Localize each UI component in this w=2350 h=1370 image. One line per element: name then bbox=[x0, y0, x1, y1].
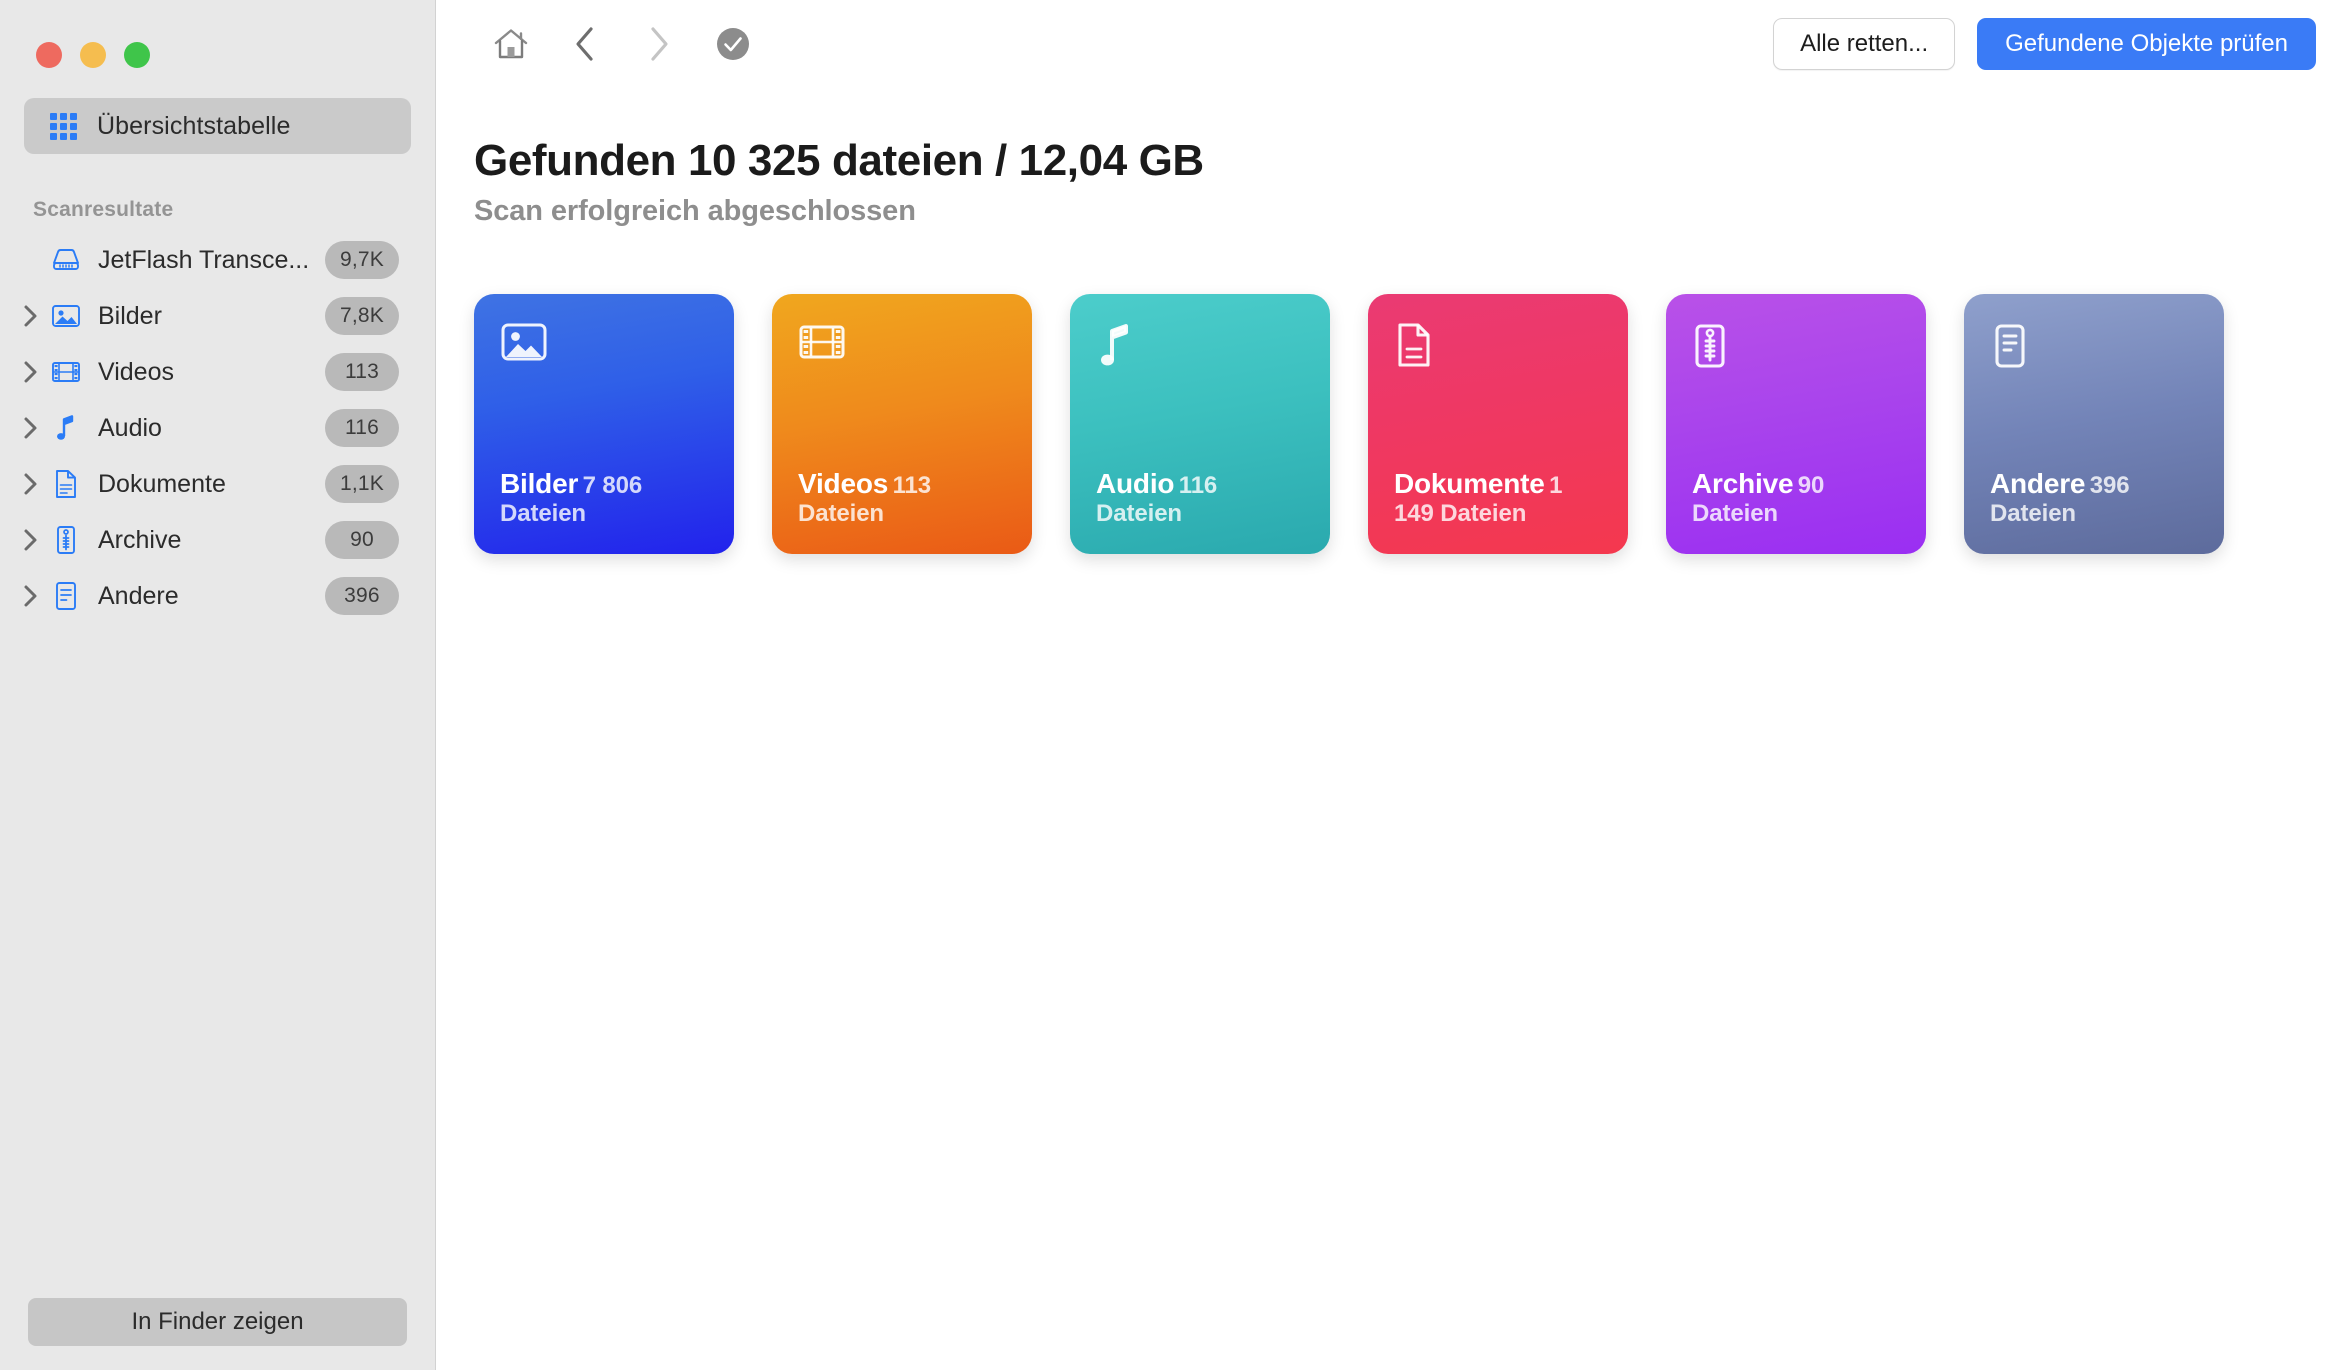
sidebar-item-badge: 1,1K bbox=[325, 465, 399, 503]
chevron-right-icon[interactable] bbox=[14, 528, 48, 552]
music-icon bbox=[48, 411, 84, 445]
home-icon bbox=[493, 27, 529, 61]
tile-title: Archive bbox=[1692, 467, 1794, 499]
other-icon bbox=[1990, 322, 2046, 378]
tile-text: Videos 113 Dateien bbox=[798, 467, 1006, 529]
zoom-button[interactable] bbox=[124, 42, 150, 68]
scan-status-text: Scan erfolgreich abgeschlossen bbox=[474, 195, 916, 228]
sidebar-item-label: Archive bbox=[98, 525, 182, 554]
main-content: Alle retten... Gefundene Objekte prüfen … bbox=[436, 0, 2350, 1370]
check-circle-icon bbox=[714, 25, 752, 63]
back-button[interactable] bbox=[548, 14, 622, 74]
chevron-right-icon[interactable] bbox=[14, 304, 48, 328]
other-icon bbox=[48, 579, 84, 613]
sidebar-item-badge: 7,8K bbox=[325, 297, 399, 335]
chevron-right-icon[interactable] bbox=[14, 416, 48, 440]
tile-text: Archive 90 Dateien bbox=[1692, 467, 1900, 529]
scan-status-button[interactable] bbox=[696, 14, 770, 74]
app-window: Übersichtstabelle Scanresultate JetFlash… bbox=[0, 0, 2350, 1370]
scan-results-tree: JetFlash Transce... 9,7K Bilder 7,8K Vid… bbox=[0, 232, 435, 624]
save-all-button[interactable]: Alle retten... bbox=[1773, 18, 1956, 70]
sidebar-section-title: Scanresultate bbox=[33, 198, 174, 221]
tile-title: Videos bbox=[798, 467, 889, 499]
image-icon bbox=[500, 322, 556, 378]
preview-found-items-button[interactable]: Gefundene Objekte prüfen bbox=[1977, 18, 2316, 70]
sidebar-item-badge: 396 bbox=[325, 577, 399, 615]
category-tile-bilder[interactable]: Bilder 7 806 Dateien bbox=[474, 294, 734, 555]
chevron-right-icon[interactable] bbox=[14, 360, 48, 384]
sidebar-item-label: Audio bbox=[98, 413, 162, 442]
toolbar-nav-group bbox=[474, 14, 770, 74]
archive-icon bbox=[1692, 322, 1748, 378]
sidebar-item-uebersichtstabelle[interactable]: Übersichtstabelle bbox=[24, 98, 411, 154]
sidebar-item-badge: 116 bbox=[325, 409, 399, 447]
sidebar-item-label: Dokumente bbox=[98, 469, 226, 498]
sidebar-item-audio[interactable]: Audio 116 bbox=[0, 400, 413, 456]
scan-summary: Gefunden 10 325 dateien / 12,04 GB Scan … bbox=[436, 88, 2350, 555]
toolbar-actions: Alle retten... Gefundene Objekte prüfen bbox=[1773, 18, 2320, 70]
tile-title: Audio bbox=[1096, 467, 1175, 499]
sidebar: Übersichtstabelle Scanresultate JetFlash… bbox=[0, 0, 436, 1370]
sidebar-item-badge: 9,7K bbox=[325, 241, 399, 279]
sidebar-item-label: Andere bbox=[98, 581, 179, 610]
category-tile-audio[interactable]: Audio 116 Dateien bbox=[1070, 294, 1330, 555]
chevron-right-icon[interactable] bbox=[14, 472, 48, 496]
sidebar-item-label: Videos bbox=[98, 357, 174, 386]
sidebar-item-badge: 90 bbox=[325, 521, 399, 559]
chevron-right-icon[interactable] bbox=[14, 584, 48, 608]
home-button[interactable] bbox=[474, 14, 548, 74]
tile-title: Bilder bbox=[500, 467, 579, 499]
toolbar: Alle retten... Gefundene Objekte prüfen bbox=[436, 0, 2350, 88]
tile-text: Dokumente 1 149 Dateien bbox=[1394, 467, 1602, 529]
category-tile-videos[interactable]: Videos 113 Dateien bbox=[772, 294, 1032, 555]
tile-text: Audio 116 Dateien bbox=[1096, 467, 1304, 529]
chevron-right-icon bbox=[646, 25, 672, 63]
category-tiles: Bilder 7 806 Dateien Videos 113 Dateien … bbox=[474, 294, 2350, 555]
document-icon bbox=[48, 467, 84, 501]
tile-text: Bilder 7 806 Dateien bbox=[500, 467, 708, 529]
document-icon bbox=[1394, 322, 1450, 378]
drive-icon bbox=[48, 243, 84, 277]
film-icon bbox=[798, 322, 854, 378]
sidebar-item-badge: 113 bbox=[325, 353, 399, 391]
film-icon bbox=[48, 355, 84, 389]
sidebar-item-dokumente[interactable]: Dokumente 1,1K bbox=[0, 456, 413, 512]
close-button[interactable] bbox=[36, 42, 62, 68]
category-tile-andere[interactable]: Andere 396 Dateien bbox=[1964, 294, 2224, 555]
sidebar-header: Übersichtstabelle bbox=[0, 78, 435, 154]
minimize-button[interactable] bbox=[80, 42, 106, 68]
archive-icon bbox=[48, 523, 84, 557]
sidebar-item-label: JetFlash Transce... bbox=[98, 245, 310, 274]
page-title: Gefunden 10 325 dateien / 12,04 GB bbox=[474, 136, 1204, 185]
window-traffic-lights bbox=[0, 0, 435, 78]
grid-icon bbox=[50, 112, 77, 140]
tile-text: Andere 396 Dateien bbox=[1990, 467, 2198, 529]
category-tile-archive[interactable]: Archive 90 Dateien bbox=[1666, 294, 1926, 555]
forward-button[interactable] bbox=[622, 14, 696, 74]
sidebar-item-archive[interactable]: Archive 90 bbox=[0, 512, 413, 568]
sidebar-item-andere[interactable]: Andere 396 bbox=[0, 568, 413, 624]
sidebar-item-jetflash[interactable]: JetFlash Transce... 9,7K bbox=[0, 232, 413, 288]
sidebar-item-label: Bilder bbox=[98, 301, 162, 330]
sidebar-item-label: Übersichtstabelle bbox=[97, 111, 291, 140]
image-icon bbox=[48, 299, 84, 333]
category-tile-dokumente[interactable]: Dokumente 1 149 Dateien bbox=[1368, 294, 1628, 555]
sidebar-item-videos[interactable]: Videos 113 bbox=[0, 344, 413, 400]
show-in-finder-button[interactable]: In Finder zeigen bbox=[28, 1298, 407, 1346]
chevron-left-icon bbox=[572, 25, 598, 63]
tile-title: Dokumente bbox=[1394, 467, 1545, 499]
tile-title: Andere bbox=[1990, 467, 2086, 499]
music-icon bbox=[1096, 322, 1152, 378]
sidebar-item-bilder[interactable]: Bilder 7,8K bbox=[0, 288, 413, 344]
